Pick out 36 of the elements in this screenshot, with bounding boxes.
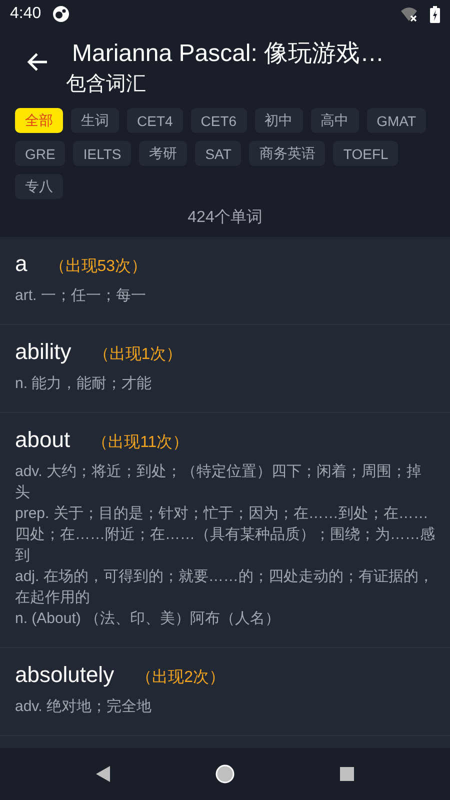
filter-chip[interactable]: TOEFL — [333, 141, 398, 166]
filter-chip[interactable]: CET4 — [127, 108, 183, 133]
clock-time: 4:40 — [10, 5, 42, 23]
occurrence-count: （出现11次） — [92, 432, 189, 453]
word-count: 424个单词 — [188, 209, 262, 226]
square-recents-icon[interactable] — [339, 766, 355, 782]
filter-chip[interactable]: 商务英语 — [249, 141, 326, 166]
filter-chip[interactable]: SAT — [195, 141, 242, 166]
page-subtitle: 包含词汇 — [66, 72, 147, 97]
word-text: ability — [15, 339, 72, 365]
page-title: Marianna Pascal: 像玩游戏… — [72, 39, 384, 69]
definition-text: adv. 绝对地；完全地 — [15, 697, 152, 717]
filter-chip[interactable]: 生词 — [71, 108, 119, 133]
occurrence-count: （出现53次） — [49, 256, 148, 277]
filter-chip[interactable]: IELTS — [73, 141, 132, 166]
definition-text: n. 能力，能耐；才能 — [15, 374, 153, 394]
filter-chip[interactable]: 考研 — [139, 141, 188, 166]
filter-chip[interactable]: 高中 — [310, 108, 359, 133]
word-text: about — [15, 427, 70, 453]
filter-chip[interactable]: GMAT — [366, 108, 426, 133]
triangle-back-icon[interactable] — [95, 765, 111, 783]
occurrence-count: （出现2次） — [136, 668, 225, 688]
battery-icon — [430, 6, 440, 22]
filter-chip[interactable]: GRE — [15, 141, 66, 166]
word-text: absolutely — [15, 662, 114, 688]
circle-home-icon[interactable] — [215, 764, 235, 784]
filter-chip[interactable]: 专八 — [15, 174, 63, 199]
word-text: a — [15, 251, 28, 277]
occurrence-count: （出现1次） — [93, 344, 182, 365]
definition-text: art. 一；任一；每一 — [15, 286, 147, 306]
filter-chip[interactable]: 全部 — [15, 108, 63, 133]
filter-chip[interactable]: CET6 — [190, 108, 247, 133]
definition-text: n. (About) （法、印、美）阿布（人名） — [15, 609, 282, 629]
filter-chip[interactable]: 初中 — [254, 108, 303, 133]
wifi-off-icon — [400, 6, 418, 22]
app-status-icon — [53, 6, 70, 22]
